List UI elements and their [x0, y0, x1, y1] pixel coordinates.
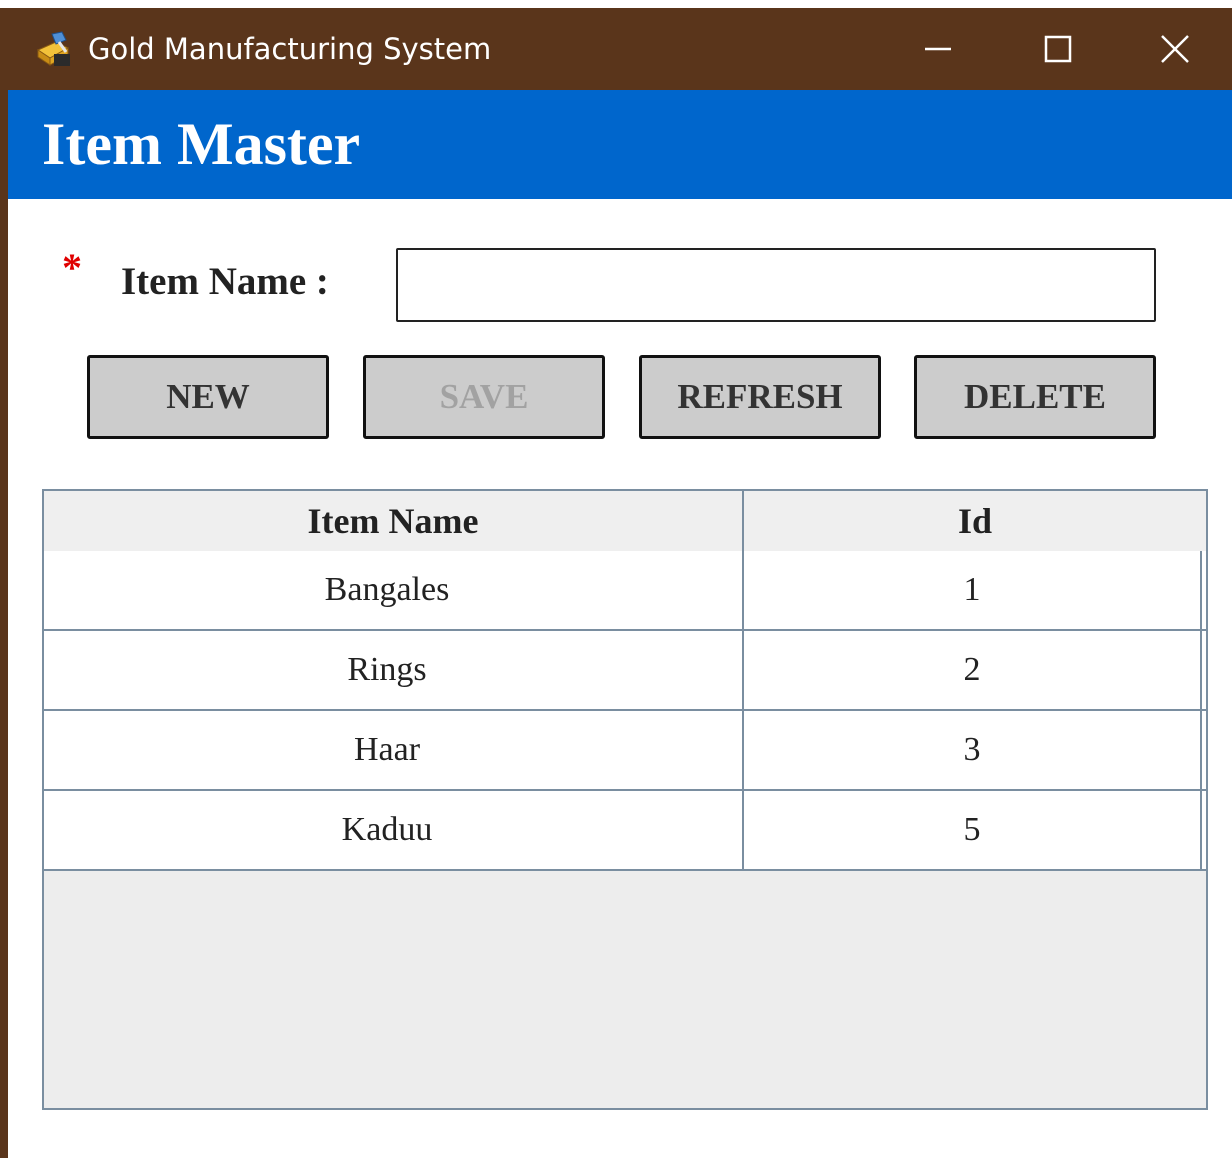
refresh-button[interactable]: REFRESH — [639, 355, 881, 439]
cell-item-name: Kaduu — [44, 791, 744, 869]
close-button[interactable] — [1118, 8, 1232, 90]
new-button[interactable]: NEW — [87, 355, 329, 439]
table-row[interactable]: Rings 2 — [44, 631, 1206, 711]
cell-id: 1 — [744, 551, 1202, 629]
table-row[interactable]: Bangales 1 — [44, 551, 1206, 631]
cell-item-name: Haar — [44, 711, 744, 789]
column-header-item-name[interactable]: Item Name — [44, 491, 744, 551]
item-name-label: Item Name : — [121, 260, 329, 303]
cell-id: 3 — [744, 711, 1202, 789]
table-row[interactable]: Kaduu 5 — [44, 791, 1206, 871]
app-window: Gold Manufacturing System Item Master * … — [0, 0, 1232, 1158]
title-bar[interactable]: Gold Manufacturing System — [0, 0, 1232, 90]
cell-item-name: Rings — [44, 631, 744, 709]
page-title: Item Master — [42, 111, 361, 177]
minimize-icon — [925, 47, 951, 51]
table-row[interactable]: Haar 3 — [44, 711, 1206, 791]
cell-item-name: Bangales — [44, 551, 744, 629]
maximize-icon — [1044, 35, 1072, 63]
close-icon — [1161, 35, 1189, 63]
window-title: Gold Manufacturing System — [88, 32, 492, 66]
column-header-id[interactable]: Id — [744, 491, 1206, 551]
gold-bar-edit-icon — [36, 31, 70, 66]
item-name-input[interactable] — [396, 248, 1156, 322]
page-header: Item Master — [8, 90, 1232, 199]
minimize-button[interactable] — [878, 8, 998, 90]
grid-header: Item Name Id — [44, 491, 1206, 553]
delete-button[interactable]: DELETE — [914, 355, 1156, 439]
maximize-button[interactable] — [998, 8, 1118, 90]
items-grid[interactable]: Item Name Id Bangales 1 Rings 2 Haar 3 K… — [42, 489, 1208, 1110]
save-button[interactable]: SAVE — [363, 355, 605, 439]
cell-id: 2 — [744, 631, 1202, 709]
required-marker: * — [62, 245, 82, 290]
cell-id: 5 — [744, 791, 1202, 869]
